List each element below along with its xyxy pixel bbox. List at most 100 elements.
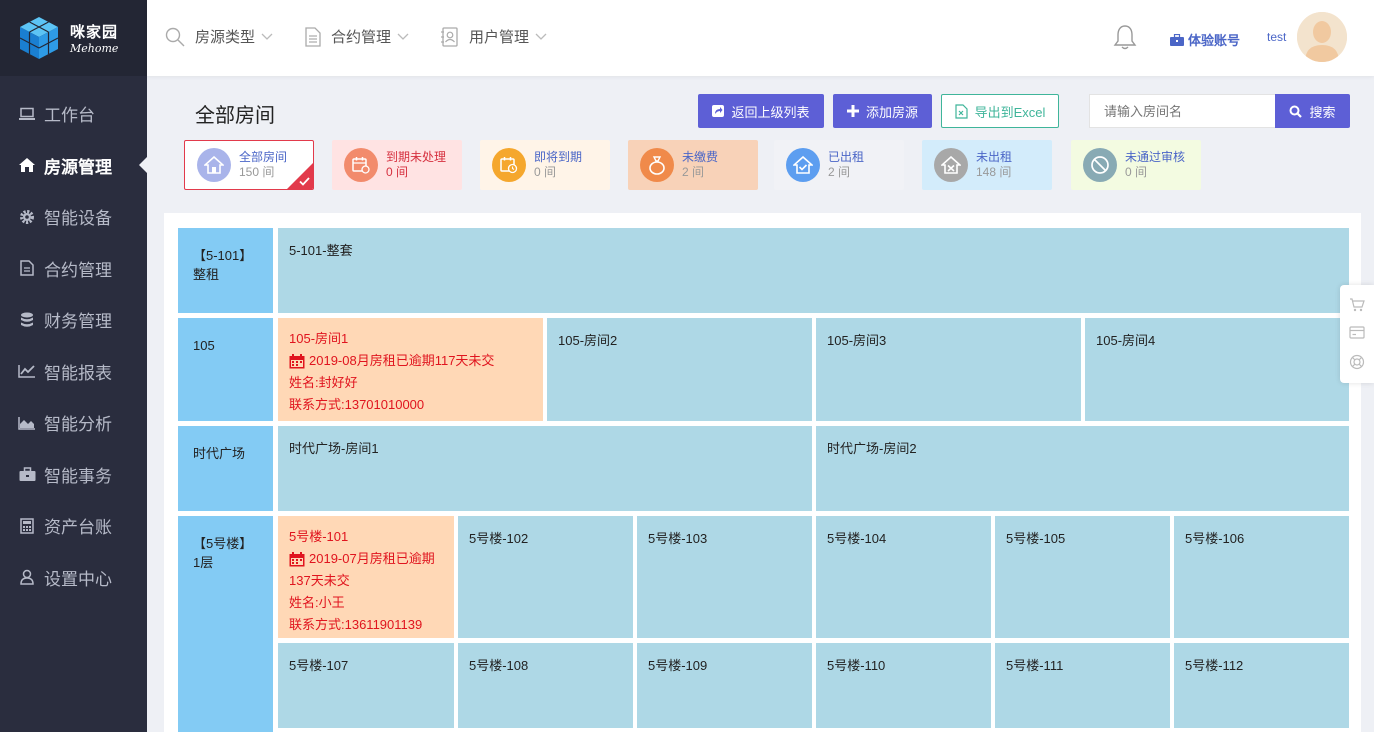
filter-expiring-soon[interactable]: 即将到期 0 间	[480, 140, 610, 190]
back-to-parent-button[interactable]: 返回上级列表	[698, 94, 824, 128]
contact-icon	[441, 26, 458, 47]
room-card[interactable]: 5号楼-103	[637, 516, 812, 638]
calendar-clock-icon	[344, 148, 378, 182]
filter-all-rooms[interactable]: 全部房间 150 间	[184, 140, 314, 190]
room-card[interactable]: 5号楼-112	[1174, 643, 1349, 728]
room-card[interactable]: 5号楼-110	[816, 643, 991, 728]
tenant-phone: 联系方式:13701010000	[289, 397, 425, 412]
filter-label: 未出租	[976, 150, 1013, 164]
sidebar-item-devices[interactable]: 智能设备	[0, 191, 147, 243]
page-title: 全部房间	[195, 105, 275, 127]
sidebar-item-analysis[interactable]: 智能分析	[0, 397, 147, 449]
excel-file-icon	[954, 103, 968, 119]
support-icon[interactable]	[1349, 354, 1365, 370]
line-chart-icon	[18, 362, 36, 380]
room-name: 5号楼-112	[1185, 658, 1244, 673]
room-name: 5号楼-110	[827, 658, 886, 673]
sidebar-item-finance[interactable]: 财务管理	[0, 294, 147, 346]
search-button[interactable]: 搜索	[1275, 94, 1350, 128]
user-name[interactable]: test	[1267, 30, 1286, 44]
top-menu-contracts[interactable]: 合约管理	[305, 26, 419, 47]
filter-count: 2 间	[828, 165, 851, 179]
room-card[interactable]: 105-房间3	[816, 318, 1081, 421]
sidebar-item-settings[interactable]: 设置中心	[0, 552, 147, 604]
room-search-input[interactable]	[1089, 94, 1275, 128]
top-menu-property-type[interactable]: 房源类型	[165, 26, 283, 47]
chevron-down-icon	[535, 33, 547, 40]
top-menu: 房源类型 合约管理 用户管理	[165, 26, 579, 47]
database-icon	[18, 311, 36, 329]
room-name: 5号楼-104	[827, 531, 887, 546]
sidebar-item-property[interactable]: 房源管理	[0, 140, 147, 192]
top-menu-label: 用户管理	[469, 29, 530, 46]
search-icon	[1289, 105, 1303, 118]
brand-name-cn: 咪家园	[70, 24, 119, 41]
sidebar-item-label: 智能分析	[44, 415, 112, 435]
logo-text: 咪家园 Mehome	[70, 21, 118, 55]
room-card[interactable]: 5号楼-102	[458, 516, 633, 638]
add-property-button[interactable]: 添加房源	[833, 94, 932, 128]
filter-not-approved[interactable]: 未通过审核 0 间	[1071, 140, 1201, 190]
plus-icon	[846, 105, 859, 117]
sidebar-item-workbench[interactable]: 工作台	[0, 88, 147, 140]
filter-label: 已出租	[828, 150, 865, 164]
floating-toolbar	[1340, 285, 1374, 383]
filter-vacant[interactable]: 未出租 148 间	[922, 140, 1052, 190]
sidebar-item-label: 资产台账	[44, 518, 112, 538]
sidebar-item-contracts[interactable]: 合约管理	[0, 243, 147, 295]
filter-expired-unhandled[interactable]: 到期未处理 0 间	[332, 140, 462, 190]
filter-rented[interactable]: 已出租 2 间	[774, 140, 904, 190]
gear-icon	[18, 208, 36, 226]
room-name: 5号楼-111	[1006, 658, 1064, 673]
sidebar-item-affairs[interactable]: 智能事务	[0, 449, 147, 501]
filter-unpaid[interactable]: 未缴费 2 间	[628, 140, 758, 190]
briefcase-icon	[1170, 33, 1184, 46]
money-bag-icon	[640, 148, 674, 182]
room-card[interactable]: 5号楼-107	[278, 643, 454, 728]
logo[interactable]: 咪家园 Mehome	[0, 0, 147, 76]
room-name: 105-房间4	[1096, 333, 1156, 348]
room-card[interactable]: 105-房间2	[547, 318, 812, 421]
sidebar-item-assets[interactable]: 资产台账	[0, 500, 147, 552]
back-button-label: 返回上级列表	[731, 104, 810, 120]
house-x-icon	[934, 148, 968, 182]
overdue-notice: 2019-08月房租已逾期117天未交	[309, 353, 495, 368]
room-card[interactable]: 时代广场-房间2	[816, 426, 1349, 511]
room-card[interactable]: 时代广场-房间1	[278, 426, 812, 511]
trial-account-link[interactable]: 体验账号	[1170, 30, 1240, 49]
card-icon[interactable]	[1349, 326, 1365, 340]
logo-cube-icon	[16, 15, 62, 61]
building-label: 时代广场	[178, 426, 273, 511]
room-card[interactable]: 5号楼-104	[816, 516, 991, 638]
room-card-overdue[interactable]: 105-房间1 2019-08月房租已逾期117天未交 姓名:封好好 联系方式:…	[278, 318, 543, 421]
tenant-name: 姓名:封好好	[289, 375, 358, 390]
building-label: 105	[178, 318, 273, 421]
calendar-clock-icon	[492, 148, 526, 182]
room-card[interactable]: 5号楼-109	[637, 643, 812, 728]
room-name: 时代广场-房间1	[289, 441, 379, 456]
notification-bell-icon[interactable]	[1113, 24, 1137, 53]
sidebar: 咪家园 Mehome 工作台 房源管理 智能设备 合约管理 财务管理 智能报表	[0, 0, 147, 732]
room-card[interactable]: 5号楼-106	[1174, 516, 1349, 638]
add-button-label: 添加房源	[865, 104, 918, 120]
laptop-icon	[18, 105, 36, 123]
room-card[interactable]: 105-房间4	[1085, 318, 1349, 421]
export-excel-button[interactable]: 导出到Excel	[941, 94, 1059, 128]
checkmark-icon	[299, 177, 310, 186]
room-card[interactable]: 5-101-整套	[278, 228, 1349, 313]
room-card[interactable]: 5号楼-111	[995, 643, 1170, 728]
cart-icon[interactable]	[1349, 298, 1365, 312]
sidebar-item-reports[interactable]: 智能报表	[0, 346, 147, 398]
room-name: 5-101-整套	[289, 243, 353, 258]
room-card[interactable]: 5号楼-108	[458, 643, 633, 728]
building-floor: 1层	[193, 555, 214, 570]
room-card-overdue[interactable]: 5号楼-101 2019-07月房租已逾期 137天未交 姓名:小王 联系方式:…	[278, 516, 454, 638]
room-name: 5号楼-101	[289, 529, 349, 544]
top-menu-users[interactable]: 用户管理	[441, 26, 557, 47]
room-name: 时代广场-房间2	[827, 441, 917, 456]
sidebar-item-label: 智能报表	[44, 363, 112, 383]
sidebar-item-label: 财务管理	[44, 312, 112, 332]
room-card[interactable]: 5号楼-105	[995, 516, 1170, 638]
avatar[interactable]	[1297, 12, 1347, 62]
filter-label: 到期未处理	[386, 150, 447, 164]
